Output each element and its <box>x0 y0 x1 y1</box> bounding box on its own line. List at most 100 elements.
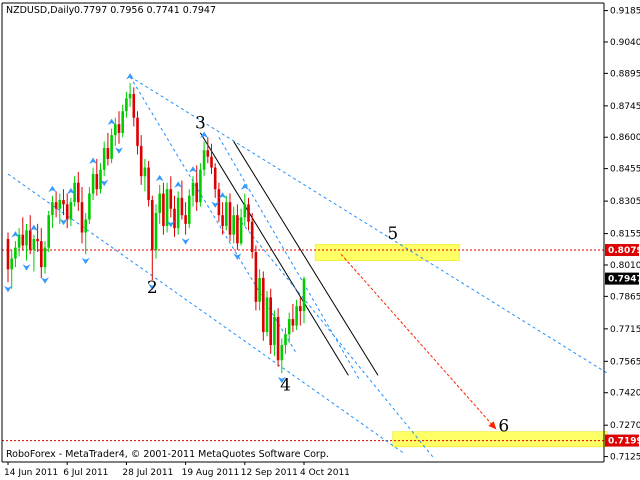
y-tick-label: 0.8745 <box>610 102 640 112</box>
candle-body-27 <box>106 148 110 159</box>
candle-body-54 <box>206 150 210 157</box>
chart-footer-credit: RoboForex - MetaTrader4, © 2001-2011 Met… <box>6 449 329 460</box>
candle-body-53 <box>202 150 206 170</box>
candle-body-9 <box>40 241 43 268</box>
x-tick-label: 12 Sep 2011 <box>241 468 298 478</box>
candle-body-4 <box>21 234 25 246</box>
candle-body-1 <box>10 258 13 270</box>
y-tick-label: 0.8895 <box>610 69 640 79</box>
y-tick-label: 0.8305 <box>610 197 640 207</box>
chart-svg: 2 3 4 5 6 0.9185 0.9040 0.8895 0.8745 0.8600 0.84… <box>0 0 640 480</box>
candle-body-28 <box>110 135 113 159</box>
y-tick-label: 0.7270 <box>610 421 640 431</box>
candle-body-51 <box>195 182 198 203</box>
candle-body-26 <box>102 148 106 170</box>
y-tick-label: 0.7565 <box>610 357 640 367</box>
candle-body-10 <box>43 247 47 268</box>
wave-label-2: 2 <box>147 278 158 298</box>
candle-body-17 <box>69 202 73 220</box>
candle-body-31 <box>121 111 124 133</box>
candle-body-68 <box>258 277 261 302</box>
candle-body-41 <box>158 193 161 214</box>
candle-body-76 <box>287 319 291 335</box>
candle-body-73 <box>276 316 280 361</box>
candle-body-32 <box>125 98 128 112</box>
candle-body-70 <box>265 297 269 333</box>
candle-body-45 <box>173 208 176 229</box>
candle-body-64 <box>243 204 247 218</box>
y-tick-label: 0.8455 <box>610 165 640 175</box>
candle-body-30 <box>117 124 121 133</box>
candle-body-37 <box>143 167 147 177</box>
candle-body-61 <box>232 215 235 235</box>
candle-body-79 <box>299 306 302 312</box>
candle-body-67 <box>254 251 258 302</box>
y-tick-label: 0.8600 <box>610 133 640 143</box>
candle-body-49 <box>188 195 191 224</box>
candle-body-65 <box>247 204 250 222</box>
candle-body-34 <box>132 93 136 118</box>
candle-body-77 <box>291 319 295 326</box>
candle-body-71 <box>269 297 272 346</box>
candle-body-66 <box>250 221 254 252</box>
candle-body-56 <box>213 167 217 190</box>
y-tick-label: 0.9185 <box>610 7 640 17</box>
lower-level-price-1-label: 0.7199 <box>608 437 640 447</box>
candle-body-24 <box>95 174 99 190</box>
candle-body-16 <box>65 204 69 220</box>
candle-body-13 <box>54 202 58 209</box>
candle-body-63 <box>239 217 243 244</box>
candle-body-62 <box>236 215 239 244</box>
y-tick-label: 0.9040 <box>610 38 640 48</box>
candle-body-20 <box>80 202 84 233</box>
chart-ohlc-values: 0.7797 0.7956 0.7741 0.7947 <box>74 5 216 16</box>
candle-body-39 <box>151 200 154 250</box>
x-tick-label: 19 Aug 2011 <box>182 468 240 478</box>
candle-body-7 <box>32 238 36 250</box>
candle-body-69 <box>262 277 265 333</box>
candle-body-33 <box>128 93 132 99</box>
y-tick-label: 0.8155 <box>610 230 640 240</box>
chart-root: 2 3 4 5 6 0.9185 0.9040 0.8895 0.8745 0.8600 0.84… <box>0 0 640 480</box>
candle-body-6 <box>28 230 32 250</box>
candle-body-75 <box>284 334 287 346</box>
wave-label-5: 5 <box>387 224 398 244</box>
candle-body-72 <box>273 316 276 346</box>
candle-body-55 <box>210 156 213 168</box>
candle-body-46 <box>176 197 180 229</box>
wave-label-4: 4 <box>280 376 291 396</box>
candle-body-25 <box>99 169 102 190</box>
candle-body-36 <box>139 145 143 177</box>
candle-body-12 <box>51 202 54 216</box>
y-tick-label: 0.7715 <box>610 325 640 335</box>
x-tick-label: 28 Jul 2011 <box>122 468 173 478</box>
current-price-label: 0.7947 <box>608 275 640 285</box>
candle-body-0 <box>6 238 10 270</box>
x-tick-label: 6 Jul 2011 <box>63 468 108 478</box>
y-tick-label: 0.7125 <box>610 453 640 463</box>
candle-body-52 <box>199 169 202 203</box>
candle-body-43 <box>165 189 169 227</box>
y-tick-label: 0.8010 <box>610 261 640 271</box>
candle-body-15 <box>62 200 65 205</box>
candle-body-42 <box>162 193 165 227</box>
candle-body-23 <box>91 174 95 194</box>
candle-body-48 <box>184 215 187 224</box>
candle-body-38 <box>147 167 150 201</box>
y-tick-label: 0.7865 <box>610 292 640 302</box>
y-tick-label: 0.7420 <box>610 389 640 399</box>
chart-background <box>0 0 640 480</box>
candle-body-80 <box>302 278 306 312</box>
wave-label-6: 6 <box>498 417 509 437</box>
candle-body-14 <box>58 200 62 209</box>
candle-body-78 <box>295 306 298 326</box>
level-price-label: 0.8079 <box>608 246 640 256</box>
candle-body-11 <box>47 215 50 248</box>
chart-symbol-period: NZDUSD,Daily <box>6 5 75 16</box>
candle-body-59 <box>225 202 228 227</box>
candle-body-35 <box>136 117 139 146</box>
candle-body-60 <box>228 202 232 235</box>
candle-body-74 <box>280 345 284 361</box>
candle-body-50 <box>191 182 195 196</box>
candle-body-19 <box>77 182 80 203</box>
